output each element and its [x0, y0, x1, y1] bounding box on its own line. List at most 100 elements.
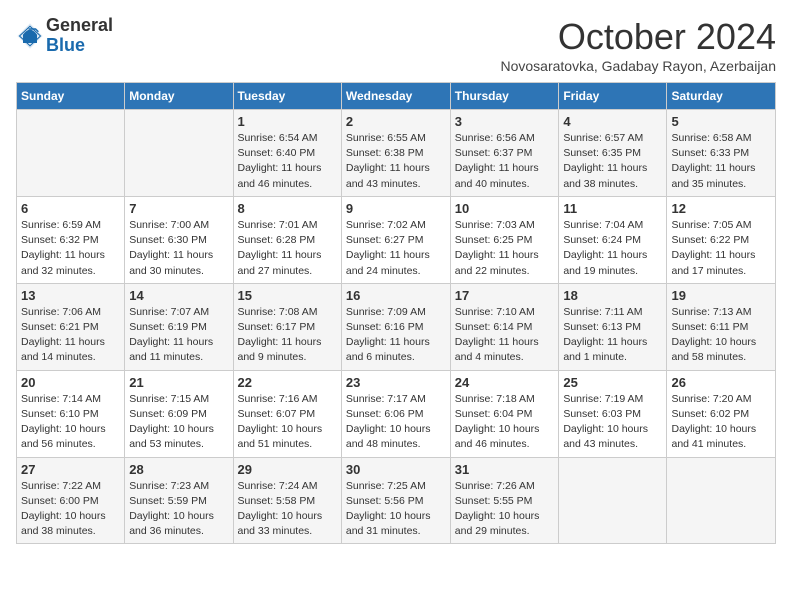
week-row-2: 6 Sunrise: 6:59 AM Sunset: 6:32 PM Daylig… — [17, 196, 776, 283]
day-number: 13 — [21, 288, 120, 303]
day-number: 5 — [671, 114, 771, 129]
calendar-cell: 17 Sunrise: 7:10 AM Sunset: 6:14 PM Dayli… — [450, 283, 559, 370]
day-number: 12 — [671, 201, 771, 216]
day-number: 6 — [21, 201, 120, 216]
day-info: Sunrise: 7:11 AM Sunset: 6:13 PM Dayligh… — [563, 305, 662, 366]
col-header-friday: Friday — [559, 83, 667, 110]
calendar-cell: 12 Sunrise: 7:05 AM Sunset: 6:22 PM Dayli… — [667, 196, 776, 283]
day-number: 27 — [21, 462, 120, 477]
calendar-cell: 26Sunrise: 7:20 AM Sunset: 6:02 PM Dayli… — [667, 370, 776, 457]
day-info: Sunrise: 6:58 AM Sunset: 6:33 PM Dayligh… — [671, 131, 771, 192]
calendar-cell: 10 Sunrise: 7:03 AM Sunset: 6:25 PM Dayli… — [450, 196, 559, 283]
calendar-cell: 16 Sunrise: 7:09 AM Sunset: 6:16 PM Dayli… — [341, 283, 450, 370]
calendar-cell: 27 Sunrise: 7:22 AM Sunset: 6:00 PM Dayli… — [17, 457, 125, 544]
day-info: Sunrise: 7:05 AM Sunset: 6:22 PM Dayligh… — [671, 218, 771, 279]
day-number: 20 — [21, 375, 120, 390]
calendar-cell — [17, 110, 125, 197]
calendar-cell: 3 Sunrise: 6:56 AM Sunset: 6:37 PM Daylig… — [450, 110, 559, 197]
day-info: Sunrise: 7:20 AM Sunset: 6:02 PM Dayligh… — [671, 392, 771, 453]
col-header-thursday: Thursday — [450, 83, 559, 110]
day-number: 30 — [346, 462, 446, 477]
calendar-cell: 13Sunrise: 7:06 AM Sunset: 6:21 PM Dayli… — [17, 283, 125, 370]
day-number: 21 — [129, 375, 228, 390]
calendar-table: SundayMondayTuesdayWednesdayThursdayFrid… — [16, 82, 776, 544]
calendar-cell: 18 Sunrise: 7:11 AM Sunset: 6:13 PM Dayli… — [559, 283, 667, 370]
calendar-cell — [559, 457, 667, 544]
day-info: Sunrise: 7:03 AM Sunset: 6:25 PM Dayligh… — [455, 218, 555, 279]
calendar-cell: 28 Sunrise: 7:23 AM Sunset: 5:59 PM Dayli… — [125, 457, 233, 544]
day-info: Sunrise: 6:55 AM Sunset: 6:38 PM Dayligh… — [346, 131, 446, 192]
day-number: 31 — [455, 462, 555, 477]
day-info: Sunrise: 7:18 AM Sunset: 6:04 PM Dayligh… — [455, 392, 555, 453]
day-info: Sunrise: 7:02 AM Sunset: 6:27 PM Dayligh… — [346, 218, 446, 279]
calendar-cell: 11 Sunrise: 7:04 AM Sunset: 6:24 PM Dayli… — [559, 196, 667, 283]
logo-blue: Blue — [46, 35, 85, 55]
week-row-3: 13Sunrise: 7:06 AM Sunset: 6:21 PM Dayli… — [17, 283, 776, 370]
calendar-cell: 30Sunrise: 7:25 AM Sunset: 5:56 PM Dayli… — [341, 457, 450, 544]
day-info: Sunrise: 7:14 AM Sunset: 6:10 PM Dayligh… — [21, 392, 120, 453]
calendar-cell: 7Sunrise: 7:00 AM Sunset: 6:30 PM Daylig… — [125, 196, 233, 283]
day-info: Sunrise: 6:54 AM Sunset: 6:40 PM Dayligh… — [238, 131, 337, 192]
day-number: 18 — [563, 288, 662, 303]
week-row-4: 20 Sunrise: 7:14 AM Sunset: 6:10 PM Dayli… — [17, 370, 776, 457]
calendar-cell: 6 Sunrise: 6:59 AM Sunset: 6:32 PM Daylig… — [17, 196, 125, 283]
day-number: 23 — [346, 375, 446, 390]
calendar-cell: 29Sunrise: 7:24 AM Sunset: 5:58 PM Dayli… — [233, 457, 341, 544]
page-header: General Blue October 2024 Novosaratovka,… — [16, 16, 776, 74]
day-info: Sunrise: 7:13 AM Sunset: 6:11 PM Dayligh… — [671, 305, 771, 366]
calendar-cell: 31 Sunrise: 7:26 AM Sunset: 5:55 PM Dayli… — [450, 457, 559, 544]
title-block: October 2024 Novosaratovka, Gadabay Rayo… — [501, 16, 777, 74]
day-info: Sunrise: 6:59 AM Sunset: 6:32 PM Dayligh… — [21, 218, 120, 279]
day-number: 10 — [455, 201, 555, 216]
day-info: Sunrise: 7:04 AM Sunset: 6:24 PM Dayligh… — [563, 218, 662, 279]
day-number: 22 — [238, 375, 337, 390]
calendar-cell: 14Sunrise: 7:07 AM Sunset: 6:19 PM Dayli… — [125, 283, 233, 370]
calendar-cell: 9 Sunrise: 7:02 AM Sunset: 6:27 PM Daylig… — [341, 196, 450, 283]
day-number: 17 — [455, 288, 555, 303]
calendar-cell: 4 Sunrise: 6:57 AM Sunset: 6:35 PM Daylig… — [559, 110, 667, 197]
day-info: Sunrise: 7:16 AM Sunset: 6:07 PM Dayligh… — [238, 392, 337, 453]
day-number: 1 — [238, 114, 337, 129]
col-header-monday: Monday — [125, 83, 233, 110]
calendar-cell: 23Sunrise: 7:17 AM Sunset: 6:06 PM Dayli… — [341, 370, 450, 457]
day-number: 14 — [129, 288, 228, 303]
day-number: 3 — [455, 114, 555, 129]
logo-text: General Blue — [46, 16, 113, 56]
week-row-5: 27 Sunrise: 7:22 AM Sunset: 6:00 PM Dayli… — [17, 457, 776, 544]
day-info: Sunrise: 6:56 AM Sunset: 6:37 PM Dayligh… — [455, 131, 555, 192]
calendar-cell: 8Sunrise: 7:01 AM Sunset: 6:28 PM Daylig… — [233, 196, 341, 283]
calendar-cell: 22 Sunrise: 7:16 AM Sunset: 6:07 PM Dayli… — [233, 370, 341, 457]
header-row: SundayMondayTuesdayWednesdayThursdayFrid… — [17, 83, 776, 110]
day-number: 15 — [238, 288, 337, 303]
calendar-cell: 5 Sunrise: 6:58 AM Sunset: 6:33 PM Daylig… — [667, 110, 776, 197]
day-number: 16 — [346, 288, 446, 303]
calendar-cell: 25Sunrise: 7:19 AM Sunset: 6:03 PM Dayli… — [559, 370, 667, 457]
calendar-cell — [667, 457, 776, 544]
day-info: Sunrise: 7:24 AM Sunset: 5:58 PM Dayligh… — [238, 479, 337, 540]
calendar-cell: 1 Sunrise: 6:54 AM Sunset: 6:40 PM Daylig… — [233, 110, 341, 197]
day-info: Sunrise: 6:57 AM Sunset: 6:35 PM Dayligh… — [563, 131, 662, 192]
location-subtitle: Novosaratovka, Gadabay Rayon, Azerbaijan — [501, 58, 777, 74]
day-info: Sunrise: 7:08 AM Sunset: 6:17 PM Dayligh… — [238, 305, 337, 366]
day-info: Sunrise: 7:09 AM Sunset: 6:16 PM Dayligh… — [346, 305, 446, 366]
day-number: 4 — [563, 114, 662, 129]
day-number: 11 — [563, 201, 662, 216]
calendar-cell — [125, 110, 233, 197]
calendar-cell: 21 Sunrise: 7:15 AM Sunset: 6:09 PM Dayli… — [125, 370, 233, 457]
day-info: Sunrise: 7:23 AM Sunset: 5:59 PM Dayligh… — [129, 479, 228, 540]
col-header-sunday: Sunday — [17, 83, 125, 110]
logo: General Blue — [16, 16, 113, 56]
day-number: 28 — [129, 462, 228, 477]
day-number: 2 — [346, 114, 446, 129]
day-info: Sunrise: 7:15 AM Sunset: 6:09 PM Dayligh… — [129, 392, 228, 453]
day-info: Sunrise: 7:22 AM Sunset: 6:00 PM Dayligh… — [21, 479, 120, 540]
day-info: Sunrise: 7:10 AM Sunset: 6:14 PM Dayligh… — [455, 305, 555, 366]
day-number: 8 — [238, 201, 337, 216]
logo-icon — [16, 22, 44, 50]
day-number: 24 — [455, 375, 555, 390]
day-number: 25 — [563, 375, 662, 390]
day-number: 9 — [346, 201, 446, 216]
day-info: Sunrise: 7:26 AM Sunset: 5:55 PM Dayligh… — [455, 479, 555, 540]
calendar-cell: 2 Sunrise: 6:55 AM Sunset: 6:38 PM Daylig… — [341, 110, 450, 197]
col-header-tuesday: Tuesday — [233, 83, 341, 110]
